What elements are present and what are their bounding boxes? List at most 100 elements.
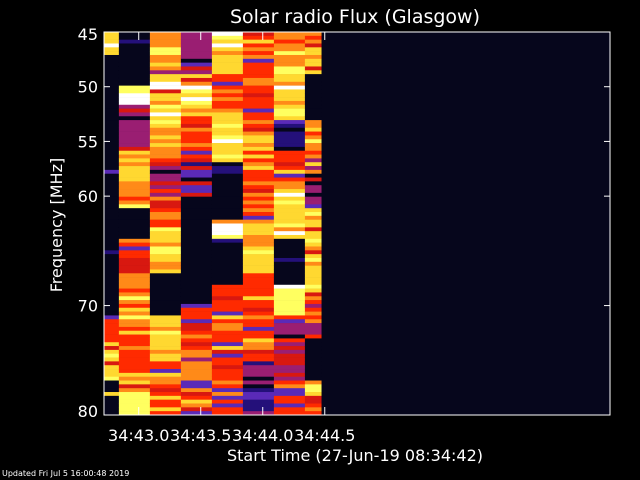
- spectrogram-cell: [273, 323, 306, 328]
- spectrogram-cell: [118, 97, 151, 102]
- spectrogram-cell: [242, 131, 275, 136]
- spectrogram-cell: [304, 51, 322, 56]
- spectrogram-cell: [211, 85, 244, 90]
- spectrogram-cell: [149, 51, 182, 56]
- spectrogram-cell: [211, 54, 244, 60]
- spectrogram-cell: [242, 139, 275, 144]
- spectrogram-cell: [242, 296, 275, 301]
- spectrogram-cell: [242, 212, 275, 217]
- spectrogram-cell: [304, 74, 322, 79]
- spectrogram-cell: [273, 47, 306, 52]
- spectrogram-cell: [104, 227, 120, 232]
- spectrogram-cell: [180, 257, 213, 263]
- spectrogram-cell: [180, 242, 213, 247]
- spectrogram-cell: [242, 365, 275, 370]
- spectrogram-cell: [304, 131, 322, 136]
- spectrogram-cell: [304, 146, 322, 152]
- spectrogram-cell: [104, 177, 120, 182]
- spectrogram-cell: [304, 166, 322, 171]
- spectrogram-cell: [242, 100, 275, 106]
- spectrogram-cell: [118, 139, 151, 144]
- spectrogram-cell: [242, 254, 275, 259]
- spectrogram-page: Solar radio Flux (Glasgow) 45 50 55 60 70 80 …: [0, 0, 640, 480]
- spectrogram-cell: [104, 66, 120, 71]
- spectrogram-cell: [118, 234, 151, 240]
- spectrogram-cell: [118, 143, 151, 148]
- spectrogram-cell: [304, 380, 322, 385]
- spectrogram-cell: [273, 58, 306, 63]
- spectrogram-cell: [180, 185, 213, 190]
- spectrogram-cell: [180, 273, 213, 278]
- spectrogram-cell: [180, 326, 213, 332]
- spectrogram-cell: [242, 39, 275, 44]
- spectrogram-cell: [304, 47, 322, 52]
- spectrogram-cell: [211, 70, 244, 75]
- spectrogram-cell: [273, 181, 306, 186]
- spectrogram-cell: [242, 292, 275, 297]
- spectrogram-cell: [104, 361, 120, 366]
- spectrogram-cell: [180, 223, 213, 228]
- spectrogram-cell: [180, 131, 213, 136]
- spectrogram-cell: [304, 58, 322, 63]
- spectrogram-cell: [118, 116, 151, 121]
- spectrogram-cell: [242, 204, 275, 209]
- spectrogram-cell: [242, 265, 275, 270]
- spectrogram-cell: [149, 74, 182, 79]
- spectrogram-cell: [180, 288, 213, 293]
- spectrogram-cell: [211, 284, 244, 289]
- spectrogram-cell: [304, 349, 322, 355]
- spectrogram-cell: [149, 250, 182, 255]
- spectrogram-cell: [180, 139, 213, 144]
- y-tick-label: 45: [78, 25, 98, 44]
- spectrogram-cell: [149, 192, 182, 197]
- spectrogram-cell: [149, 123, 182, 129]
- spectrogram-cell: [104, 143, 120, 148]
- spectrogram-cell: [211, 307, 244, 312]
- spectrogram-cell: [273, 399, 306, 404]
- x-tick-label: 34:44.5: [294, 426, 355, 445]
- spectrogram-cell: [242, 250, 275, 255]
- spectrogram-cell: [180, 158, 213, 163]
- spectrogram-cell: [304, 277, 322, 282]
- spectrogram-cell: [118, 43, 151, 48]
- spectrogram-cell: [304, 284, 322, 289]
- spectrogram-cell: [304, 369, 322, 374]
- spectrogram-cell: [304, 185, 322, 190]
- spectrogram-cell: [149, 319, 182, 324]
- spectrogram-cell: [242, 311, 275, 316]
- spectrogram-cell: [273, 173, 306, 178]
- spectrogram-cell: [242, 315, 275, 320]
- spectrogram-cell: [149, 116, 182, 121]
- spectrogram-cell: [273, 334, 306, 339]
- spectrogram-cell: [211, 365, 244, 370]
- spectrogram-cell: [118, 369, 151, 374]
- spectrogram-cell: [149, 143, 182, 148]
- spectrogram-cell: [304, 392, 322, 397]
- spectrogram-cell: [104, 162, 120, 167]
- spectrogram-cell: [273, 177, 306, 182]
- spectrogram-cell: [149, 127, 182, 132]
- spectrogram-cell: [304, 223, 322, 228]
- spectrogram-cell: [304, 365, 322, 370]
- spectrogram-cell: [304, 85, 322, 90]
- spectrogram-cell: [211, 169, 244, 175]
- spectrogram-cell: [304, 181, 322, 186]
- spectrogram-cell: [104, 277, 120, 282]
- spectrogram-cell: [211, 74, 244, 79]
- spectrogram-cell: [104, 77, 120, 83]
- spectrogram-cell: [118, 85, 151, 90]
- spectrogram-cell: [118, 62, 151, 67]
- spectrogram-cell: [242, 166, 275, 171]
- spectrogram-cell: [180, 388, 213, 393]
- spectrogram-cell: [104, 158, 120, 163]
- spectrogram-cell: [242, 62, 275, 67]
- spectrogram-cell: [273, 97, 306, 102]
- spectrogram-cell: [118, 392, 151, 397]
- spectrogram-cell: [104, 250, 120, 255]
- spectrogram-cell: [304, 169, 322, 175]
- spectrogram-cell: [118, 74, 151, 79]
- spectrogram-cell: [273, 227, 306, 232]
- spectrogram-cell: [273, 116, 306, 121]
- spectrogram-cell: [273, 212, 306, 217]
- spectrogram-cell: [273, 353, 306, 358]
